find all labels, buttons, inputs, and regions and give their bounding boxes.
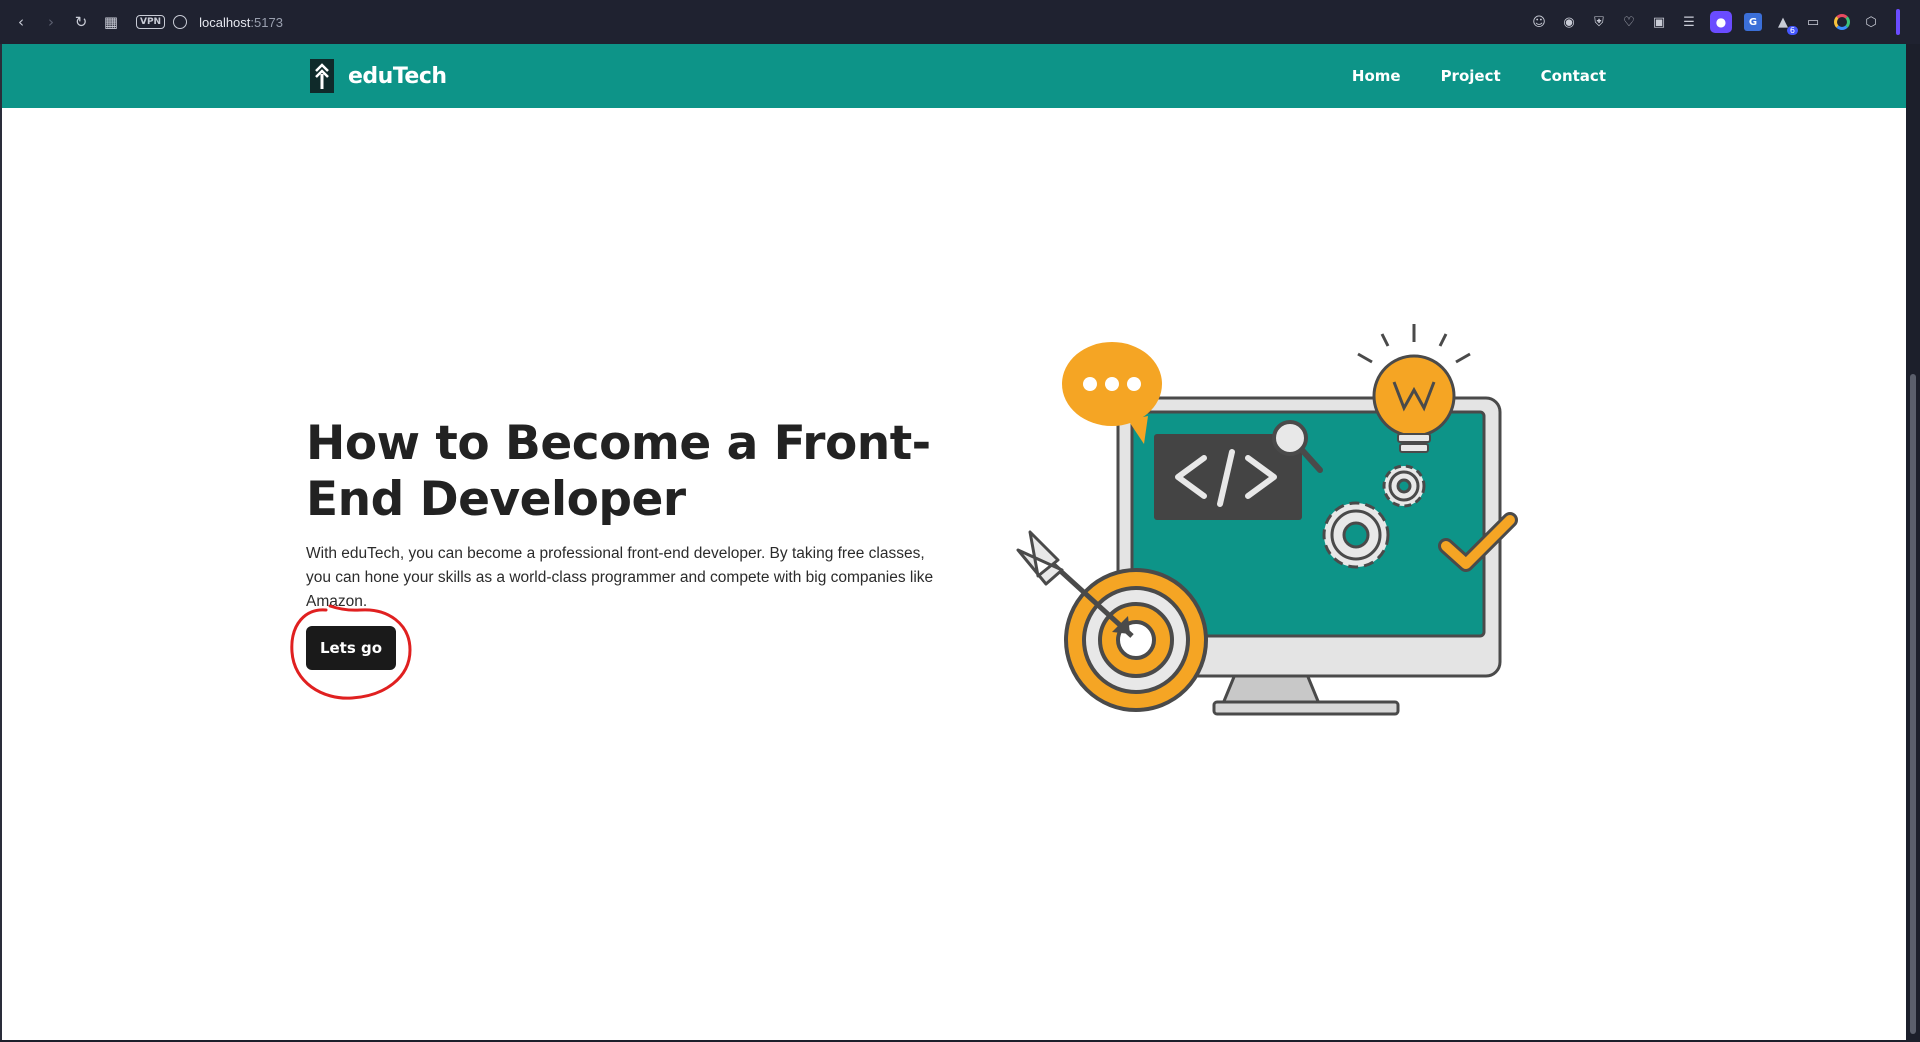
scroll-thumb[interactable] [1910,374,1916,1034]
scrollbar[interactable] [1906,44,1920,1042]
hero-description: With eduTech, you can become a professio… [306,545,934,610]
hero-text: How to Become a Front- End Developer Wit… [290,416,946,700]
extension-icon[interactable]: ▲ 6 [1774,13,1798,35]
translate-icon[interactable]: G [1744,13,1762,31]
main-nav: Home Project Contact [1352,67,1606,85]
cube-icon[interactable]: ⬡ [1862,13,1880,31]
developer-illustration [1016,324,1518,716]
profile-icon[interactable]: ● [1710,11,1732,33]
nav-project[interactable]: Project [1441,67,1501,85]
emoji-icon[interactable]: ☺ [1530,13,1548,31]
hero-section: How to Become a Front- End Developer Wit… [2,108,1906,1040]
page-viewport: eduTech Home Project Contact How to Beco… [0,44,1906,1040]
camera-icon[interactable]: ◉ [1560,13,1578,31]
vpn-badge[interactable]: VPN [136,15,166,29]
file-icon[interactable]: ▭ [1804,13,1822,31]
hero-title-line1: How to Become a Front- [306,416,931,471]
nav-home[interactable]: Home [1352,67,1401,85]
shield-icon[interactable]: ⛨ [1590,13,1608,31]
brand-logo[interactable]: eduTech [310,59,447,93]
menu-icon[interactable]: ☰ [1680,13,1698,31]
nav-contact[interactable]: Contact [1541,67,1606,85]
small-gear-icon [1382,464,1426,508]
cta-wrapper: Lets go [290,604,412,700]
url-host: localhost [199,14,251,30]
site-header: eduTech Home Project Contact [2,44,1906,108]
hero-title: How to Become a Front- End Developer [306,416,946,528]
address-bar[interactable]: localhost:5173 [199,15,283,30]
heart-icon[interactable]: ♡ [1620,13,1638,31]
tabs-grid-icon[interactable]: ▦ [96,7,126,37]
url-port: :5173 [250,14,283,30]
globe-icon [173,15,188,29]
logo-arrow-icon [310,59,334,93]
extension-badge: 6 [1786,26,1798,35]
reload-icon[interactable]: ↻ [66,7,96,37]
back-icon[interactable]: ‹ [6,7,36,37]
lets-go-button[interactable]: Lets go [306,626,396,670]
brand-name: eduTech [348,63,447,89]
browser-toolbar: ‹ › ↻ ▦ VPN localhost:5173 ☺ ◉ ⛨ ♡ ▣ ☰ ●… [0,0,1920,44]
wallet-icon[interactable]: ▣ [1650,13,1668,31]
gear-icon [1322,501,1390,569]
forward-icon[interactable]: › [36,7,66,37]
sidebar-accent [1896,9,1900,35]
ring-icon[interactable] [1834,14,1850,30]
hero-title-line2: End Developer [306,472,686,527]
